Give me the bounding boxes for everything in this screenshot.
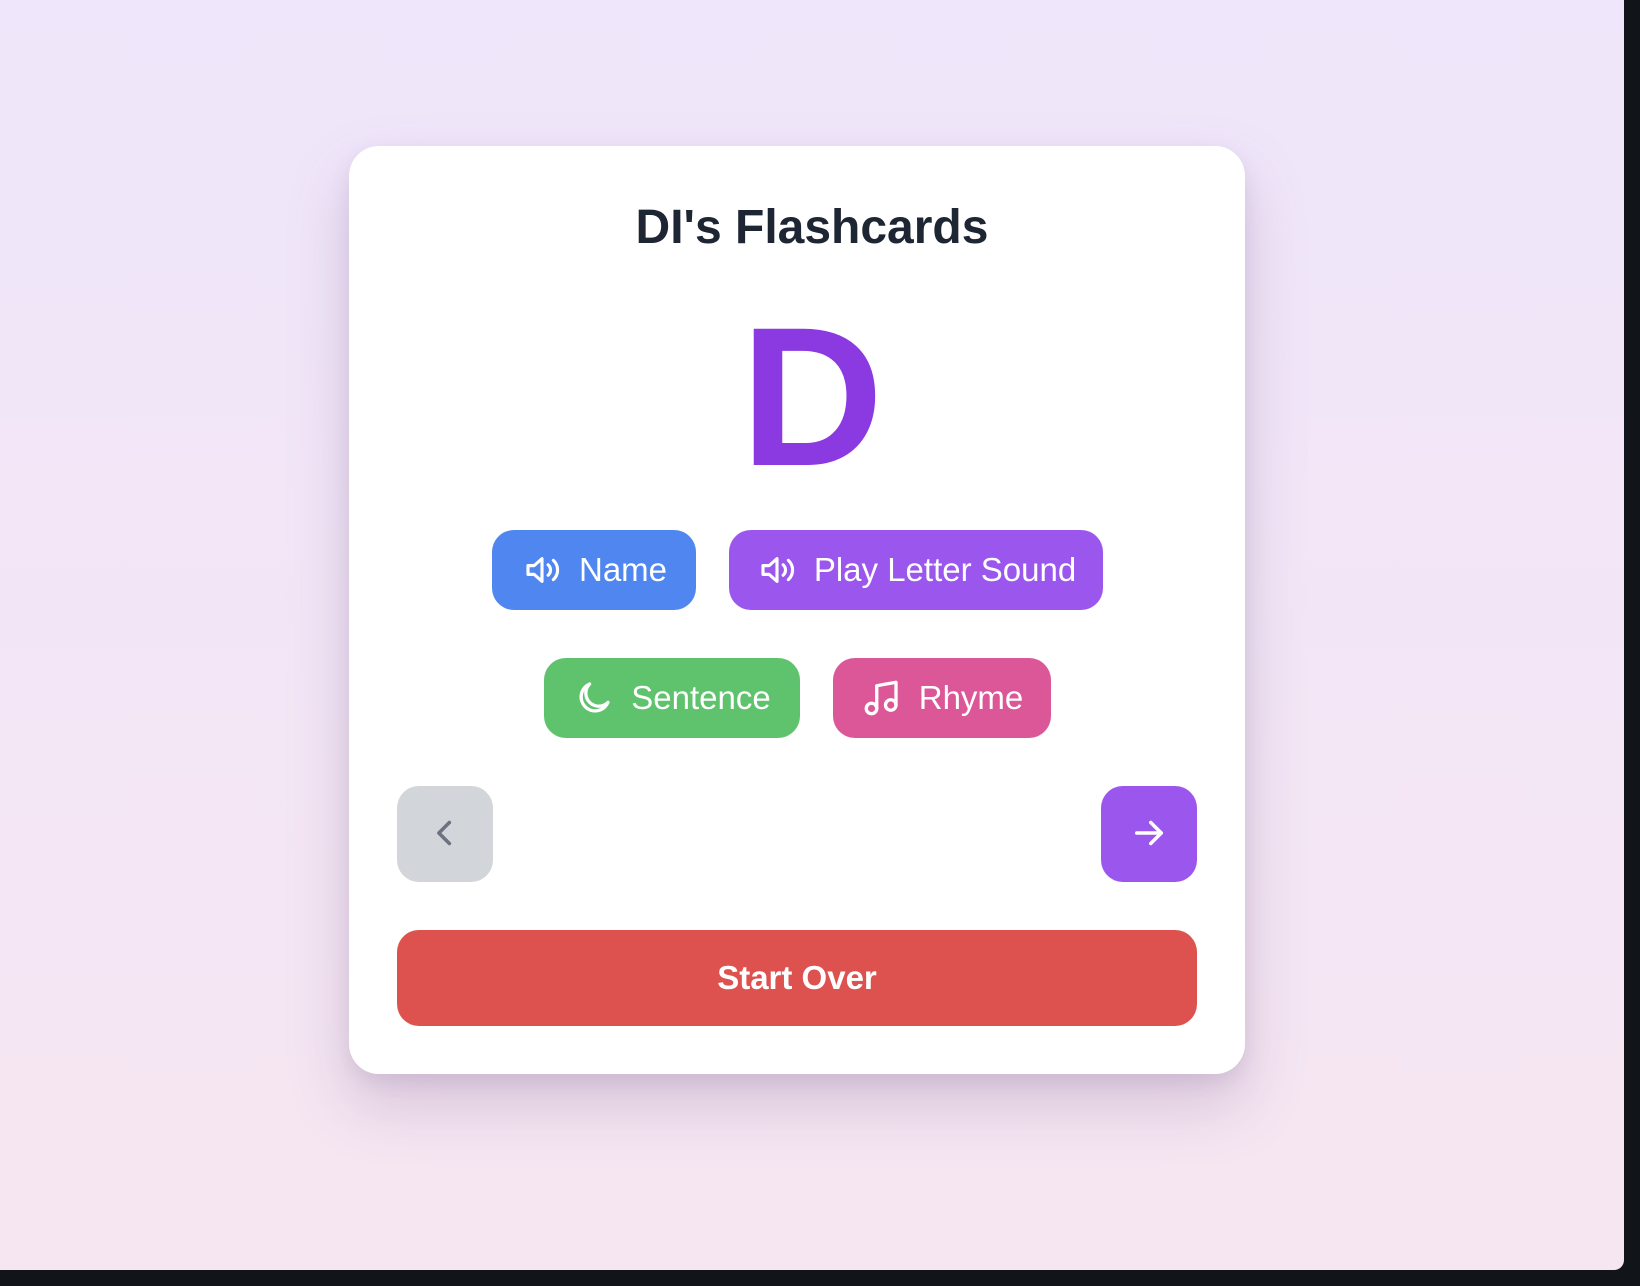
flashcard-letter: D [740, 286, 884, 507]
sentence-button[interactable]: Sentence [544, 658, 800, 738]
page-title: DI's Flashcards [635, 201, 989, 254]
name-button[interactable]: Name [492, 530, 696, 610]
previous-card-button[interactable] [397, 786, 493, 882]
app-viewport: DI's Flashcards D Name Play Letter Sound [0, 0, 1624, 1270]
next-card-button[interactable] [1101, 786, 1197, 882]
arrow-right-icon [1128, 812, 1170, 857]
rhyme-button-label: Rhyme [918, 679, 1024, 716]
start-over-button[interactable]: Start Over [397, 930, 1197, 1026]
rhyme-button[interactable]: Rhyme [833, 658, 1051, 738]
speaker-icon [521, 549, 563, 591]
speaker-icon [756, 549, 798, 591]
sentence-button-label: Sentence [631, 679, 771, 716]
play-letter-sound-label: Play Letter Sound [813, 551, 1077, 588]
music-note-icon [861, 677, 903, 719]
chevron-left-icon [424, 812, 466, 857]
play-letter-sound-button[interactable]: Play Letter Sound [729, 530, 1103, 610]
name-button-label: Name [578, 551, 668, 588]
moon-icon [573, 677, 615, 719]
